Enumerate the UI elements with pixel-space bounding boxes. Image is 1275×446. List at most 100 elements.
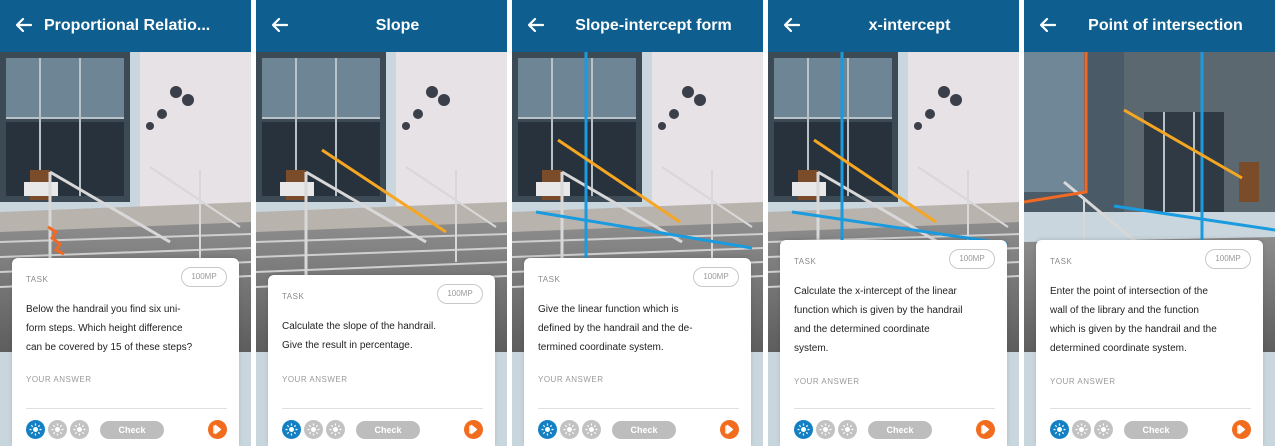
panel-proportional-relationship: Proportional Relatio... TASK 100MP Below… — [0, 0, 251, 446]
hint-button-3[interactable] — [1094, 420, 1113, 439]
arrow-left-icon — [783, 17, 801, 33]
panel-slope: Slope TASK 100MP Calculate the slope of … — [256, 0, 507, 446]
skip-button[interactable] — [208, 420, 227, 439]
back-button[interactable] — [12, 13, 36, 37]
answer-input[interactable] — [794, 408, 995, 409]
task-question: Enter the point of intersection of the w… — [1050, 282, 1251, 358]
bulb-icon — [51, 423, 64, 436]
app-header: Slope — [256, 0, 507, 52]
points-badge: 100MP — [181, 267, 227, 287]
bulb-icon — [841, 423, 854, 436]
hint-button-1[interactable] — [1050, 420, 1069, 439]
question-line: determined coordinate system. — [1050, 343, 1187, 354]
bulb-icon — [563, 423, 576, 436]
skip-forward-icon — [213, 424, 222, 435]
hint-button-1[interactable] — [26, 420, 45, 439]
task-card: TASK 100MP Give the linear function whic… — [524, 258, 751, 446]
answer-label: YOUR ANSWER — [282, 375, 348, 384]
check-button[interactable]: Check — [868, 421, 932, 439]
answer-input[interactable] — [282, 408, 483, 409]
hint-button-2[interactable] — [48, 420, 67, 439]
answer-input[interactable] — [1050, 408, 1251, 409]
arrow-left-icon — [1039, 17, 1057, 33]
bulb-icon — [329, 423, 342, 436]
question-line: can be covered by 15 of these steps? — [26, 342, 193, 353]
question-line: Calculate the x-intercept of the linear — [794, 286, 957, 297]
points-badge: 100MP — [949, 249, 995, 269]
answer-input[interactable] — [538, 408, 739, 409]
hint-button-1[interactable] — [282, 420, 301, 439]
panel-slope-intercept-form: Slope-intercept form TASK 100MP Give the… — [512, 0, 763, 446]
hint-button-2[interactable] — [304, 420, 323, 439]
bulb-icon — [541, 423, 554, 436]
answer-input[interactable] — [26, 408, 227, 409]
points-badge: 100MP — [693, 267, 739, 287]
question-line: defined by the handrail and the de- — [538, 323, 693, 334]
skip-button[interactable] — [976, 420, 995, 439]
task-label: TASK — [1050, 257, 1073, 266]
question-line: termined coordinate system. — [538, 342, 664, 353]
task-controls: Check — [26, 420, 227, 440]
question-line: which is given by the handrail and the — [1050, 324, 1217, 335]
arrow-left-icon — [15, 17, 33, 33]
answer-label: YOUR ANSWER — [794, 377, 860, 386]
bulb-icon — [285, 423, 298, 436]
task-label: TASK — [282, 292, 305, 301]
arrow-left-icon — [527, 17, 545, 33]
question-line: Calculate the slope of the handrail. — [282, 321, 436, 332]
question-line: Give the linear function which is — [538, 304, 679, 315]
hint-button-3[interactable] — [326, 420, 345, 439]
check-button[interactable]: Check — [1124, 421, 1188, 439]
hint-button-3[interactable] — [582, 420, 601, 439]
answer-label: YOUR ANSWER — [538, 375, 604, 384]
check-button[interactable]: Check — [100, 421, 164, 439]
back-button[interactable] — [524, 13, 548, 37]
skip-forward-icon — [725, 424, 734, 435]
question-line: function which is given by the handrail — [794, 305, 963, 316]
bulb-icon — [29, 423, 42, 436]
task-question: Below the handrail you find six uni- for… — [26, 300, 227, 357]
task-label: TASK — [794, 257, 817, 266]
hint-button-1[interactable] — [538, 420, 557, 439]
skip-button[interactable] — [1232, 420, 1251, 439]
task-card: TASK 100MP Calculate the slope of the ha… — [268, 275, 495, 446]
back-button[interactable] — [268, 13, 292, 37]
question-line: Enter the point of intersection of the — [1050, 286, 1208, 297]
check-button[interactable]: Check — [612, 421, 676, 439]
page-title: x-intercept — [868, 17, 951, 34]
points-badge: 100MP — [1205, 249, 1251, 269]
skip-button[interactable] — [464, 420, 483, 439]
hint-button-3[interactable] — [70, 420, 89, 439]
bulb-icon — [73, 423, 86, 436]
app-header: Point of intersection — [1024, 0, 1275, 52]
bulb-icon — [1097, 423, 1110, 436]
check-button[interactable]: Check — [356, 421, 420, 439]
task-label: TASK — [26, 275, 49, 284]
bulb-icon — [307, 423, 320, 436]
hint-button-2[interactable] — [560, 420, 579, 439]
panel-point-of-intersection: Point of intersection TASK 100MP Enter t… — [1024, 0, 1275, 446]
page-title: Point of intersection — [1088, 17, 1243, 34]
question-line: system. — [794, 343, 829, 354]
task-controls: Check — [282, 420, 483, 440]
bulb-icon — [819, 423, 832, 436]
arrow-left-icon — [271, 17, 289, 33]
skip-button[interactable] — [720, 420, 739, 439]
answer-label: YOUR ANSWER — [1050, 377, 1116, 386]
task-card: TASK 100MP Calculate the x-intercept of … — [780, 240, 1007, 446]
app-header: x-intercept — [768, 0, 1019, 52]
page-title: Slope — [375, 17, 420, 34]
question-line: Give the result in percentage. — [282, 340, 413, 351]
back-button[interactable] — [780, 13, 804, 37]
hint-button-2[interactable] — [816, 420, 835, 439]
page-title: Proportional Relatio... — [44, 17, 211, 34]
skip-forward-icon — [469, 424, 478, 435]
bulb-icon — [1075, 423, 1088, 436]
screenshot-strip: Proportional Relatio... TASK 100MP Below… — [0, 0, 1275, 446]
back-button[interactable] — [1036, 13, 1060, 37]
panel-x-intercept: x-intercept TASK 100MP Calculate the x-i… — [768, 0, 1019, 446]
app-header: Proportional Relatio... — [0, 0, 251, 52]
hint-button-1[interactable] — [794, 420, 813, 439]
hint-button-3[interactable] — [838, 420, 857, 439]
hint-button-2[interactable] — [1072, 420, 1091, 439]
